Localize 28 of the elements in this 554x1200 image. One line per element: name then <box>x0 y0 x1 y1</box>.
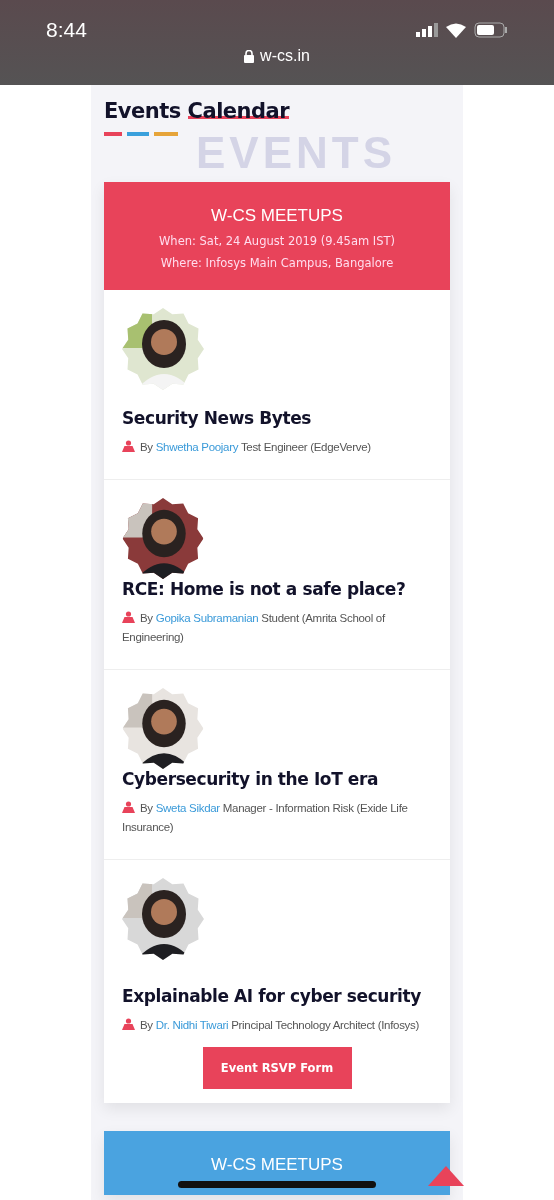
battery-icon <box>474 22 508 38</box>
speaker-link[interactable]: Sweta Sikdar <box>155 802 220 814</box>
event-title: W-CS MEETUPS <box>210 206 344 226</box>
speaker-line: By Sweta Sikdar Manager - Information Risk (Exide Life Insurance) <box>122 800 409 835</box>
people-icon <box>122 1018 135 1030</box>
talk-title: Cybersecurity in the IoT era <box>122 769 380 789</box>
scroll-top-icon[interactable] <box>428 1166 464 1186</box>
event-venue: Where: Infosys Main Campus, Bangalore <box>159 256 395 270</box>
speaker-link[interactable]: Shwetha Poojary <box>155 441 239 453</box>
people-icon <box>122 611 135 623</box>
url-text[interactable]: w-cs.in <box>260 47 310 65</box>
talk-title: RCE: Home is not a safe place? <box>122 579 407 599</box>
wifi-icon <box>446 22 466 38</box>
people-icon <box>122 801 135 813</box>
clock-time: 8:44 <box>46 18 87 42</box>
signal-icon <box>416 23 438 37</box>
event-title: W-CS MEETUPS <box>210 1155 344 1175</box>
people-icon <box>122 440 135 452</box>
rsvp-button[interactable]: Event RSVP Form <box>202 1047 352 1089</box>
talk-title: Security News Bytes <box>122 408 312 428</box>
lock-icon <box>244 49 255 63</box>
speaker-line: By Dr. Nidhi Tiwari Principal Technology Architect (Infosys) <box>122 1016 432 1035</box>
speaker-line: By Shwetha Poojary Test Engineer (EdgeVerve) <box>122 438 432 457</box>
speaker-line: By Gopika Subramanian Student (Amrita School of Engineering) <box>122 610 387 645</box>
speaker-link[interactable]: Gopika Subramanian <box>155 612 259 624</box>
event-date: When: Sat, 24 August 2019 (9.45am IST) <box>158 234 396 248</box>
talk-title: Explainable AI for cyber security <box>122 986 422 1006</box>
speaker-link[interactable]: Dr. Nidhi Tiwari <box>155 1019 229 1031</box>
